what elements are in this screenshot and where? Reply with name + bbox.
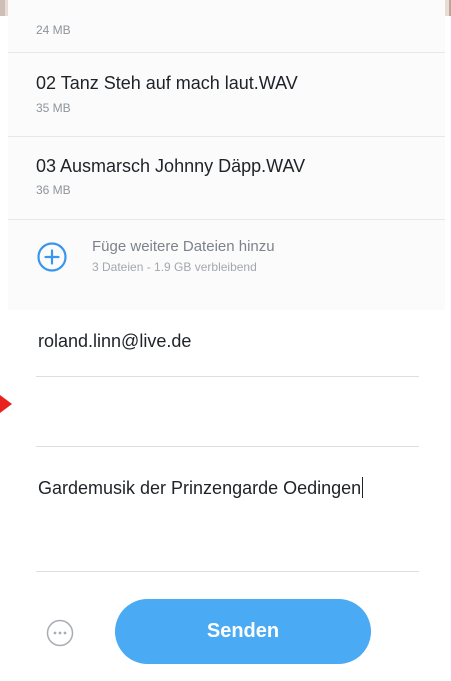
ellipsis-circle-icon[interactable] bbox=[46, 619, 74, 647]
transfer-panel: 24 MB 02 Tanz Steh auf mach laut.WAV 35 … bbox=[8, 0, 445, 681]
email-to-value: roland.linn@live.de bbox=[38, 331, 192, 351]
add-files-button[interactable]: Füge weitere Dateien hinzu 3 Dateien - 1… bbox=[8, 220, 445, 310]
email-to-field[interactable]: roland.linn@live.de bbox=[36, 310, 419, 377]
message-value: Gardemusik der Prinzengarde Oedingen bbox=[38, 476, 418, 501]
file-name: 03 Ausmarsch Johnny Däpp.WAV bbox=[36, 156, 306, 176]
file-size: 24 MB bbox=[36, 23, 71, 37]
send-button[interactable]: Senden bbox=[115, 599, 371, 664]
file-size: 36 MB bbox=[36, 183, 71, 197]
file-name: 02 Tanz Steh auf mach laut.WAV bbox=[36, 73, 298, 93]
file-list: 24 MB 02 Tanz Steh auf mach laut.WAV 35 … bbox=[8, 0, 445, 310]
red-arrow-pointer bbox=[0, 395, 12, 413]
plus-circle-icon[interactable] bbox=[37, 242, 67, 272]
file-size: 35 MB bbox=[36, 101, 71, 115]
file-item: 03 Ausmarsch Johnny Däpp.WAV 36 MB bbox=[8, 137, 445, 220]
text-cursor bbox=[362, 477, 364, 498]
add-files-remaining: 3 Dateien - 1.9 GB verbleibend bbox=[92, 260, 257, 274]
file-item: 24 MB bbox=[8, 0, 445, 53]
email-from-field[interactable] bbox=[36, 377, 419, 447]
message-text: Gardemusik der Prinzengarde Oedingen bbox=[38, 478, 362, 498]
add-files-title: Füge weitere Dateien hinzu bbox=[92, 238, 275, 255]
message-field[interactable]: Gardemusik der Prinzengarde Oedingen bbox=[36, 447, 419, 572]
file-item: 02 Tanz Steh auf mach laut.WAV 35 MB bbox=[8, 53, 445, 137]
